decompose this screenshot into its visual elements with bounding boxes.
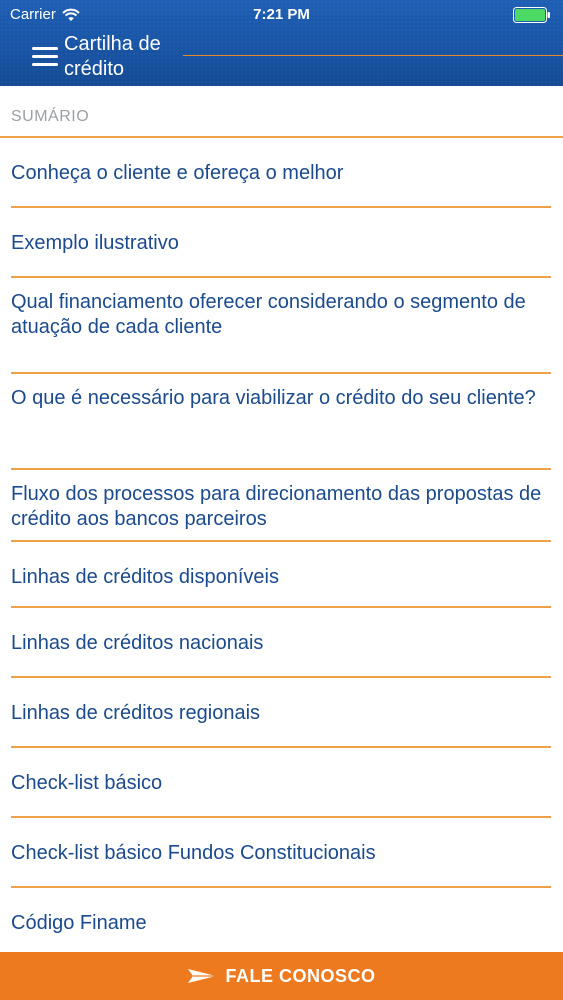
list-item[interactable]: Código Finame [11,888,551,952]
status-time: 7:21 PM [253,6,310,23]
list-item[interactable]: Check-list básico [11,748,551,818]
list-item-label: Fluxo dos processos para direcionamento … [11,483,542,530]
list-item-label: O que é necessário para viabilizar o cré… [11,387,536,409]
paper-plane-icon [188,969,217,983]
list-item-label: Linhas de créditos regionais [11,702,261,724]
list-item[interactable]: O que é necessário para viabilizar o cré… [11,374,551,470]
list-item-label: Check-list básico [11,772,163,794]
section-header-label: SUMÁRIO [11,108,90,125]
contact-button[interactable]: FALE CONOSCO [0,952,563,1000]
page-title: Cartilha de crédito [64,33,161,80]
list-item-label: Qual financiamento oferecer considerando… [11,291,526,338]
list-item[interactable]: Exemplo ilustrativo [11,208,551,278]
list-item[interactable]: Qual financiamento oferecer considerando… [11,278,551,374]
list-item[interactable]: Conheça o cliente e ofereça o melhor [11,138,551,208]
list-item[interactable]: Linhas de créditos nacionais [11,608,551,678]
list-item[interactable]: Linhas de créditos disponíveis [11,542,551,608]
list-item-label: Conheça o cliente e ofereça o melhor [11,162,344,184]
battery-icon [513,7,550,23]
section-header: SUMÁRIO [0,86,563,138]
list-item-label: Linhas de créditos nacionais [11,632,264,654]
navigation-bar: Cartilha de crédito [0,30,563,86]
list-item[interactable]: Fluxo dos processos para direcionamento … [11,470,551,542]
content-area: SUMÁRIO Conheça o cliente e ofereça o me… [0,86,563,952]
header-divider-line [183,55,563,56]
list-item-label: Linhas de créditos disponíveis [11,566,279,588]
list-item-label: Check-list básico Fundos Constitucionais [11,842,376,864]
contact-button-label: FALE CONOSCO [225,965,376,986]
list-item[interactable]: Check-list básico Fundos Constitucionais [11,818,551,888]
list-item-label: Exemplo ilustrativo [11,232,179,254]
list-item[interactable]: Linhas de créditos regionais [11,678,551,748]
summary-list: Conheça o cliente e ofereça o melhor Exe… [0,138,563,952]
app-header: Carrier 7:21 PM Cartilha de crédito [0,0,563,86]
hamburger-menu-icon[interactable] [32,47,58,67]
list-item-label: Código Finame [11,912,147,934]
status-bar: Carrier 7:21 PM [0,0,563,30]
